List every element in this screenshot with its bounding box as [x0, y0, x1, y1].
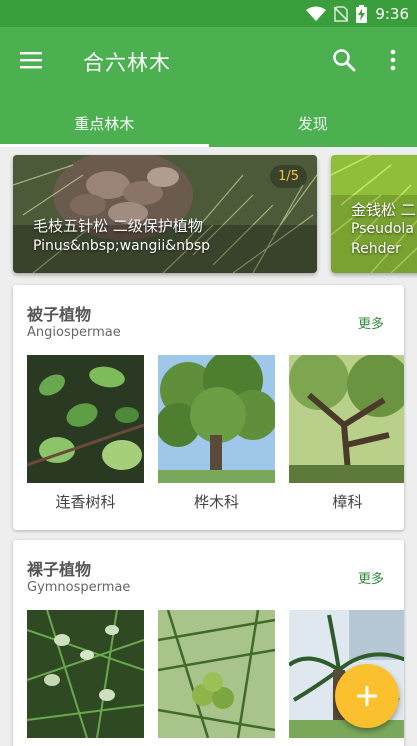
plus-icon — [357, 686, 377, 706]
menu-icon[interactable] — [18, 49, 44, 71]
family-photo — [27, 610, 144, 738]
banner-slide[interactable]: 金钱松 二 Pseudola Rehder — [331, 155, 417, 273]
family-photo — [158, 610, 275, 738]
sim-off-icon — [334, 5, 349, 22]
thumbnail-row: 连香树科 桦木科 樟科 — [27, 355, 404, 515]
section-card-angiospermae: 被子植物 Angiospermae 更多 连香树科 桦木科 樟科 — [13, 285, 404, 530]
status-bar: 9:36 — [0, 0, 417, 27]
tab-discover[interactable]: 发现 — [209, 105, 417, 147]
family-label: 连香树科 — [55, 493, 116, 511]
more-vert-icon[interactable] — [384, 47, 402, 73]
add-fab[interactable] — [335, 664, 399, 728]
banner-slide[interactable]: 1/5 毛枝五针松 二级保护植物 Pinus&nbsp;wangii&nbsp — [13, 155, 317, 273]
wifi-icon — [306, 6, 327, 22]
family-item[interactable]: 樟科 — [289, 355, 404, 512]
section-title: 被子植物 — [27, 305, 92, 324]
family-photo — [27, 355, 144, 483]
more-link[interactable]: 更多 — [358, 568, 384, 587]
search-icon[interactable] — [331, 47, 357, 73]
section-title: 裸子植物 — [27, 560, 92, 579]
family-item[interactable] — [158, 610, 275, 738]
slide-latin-name: Pseudola — [351, 221, 414, 237]
slide-latin-author: Rehder — [351, 241, 401, 257]
slide-title: 金钱松 二 — [351, 201, 416, 219]
family-photo — [158, 355, 275, 483]
family-label: 樟科 — [332, 493, 363, 511]
family-item[interactable]: 连香树科 — [27, 355, 144, 512]
more-link[interactable]: 更多 — [358, 313, 384, 332]
slide-latin-name: Pinus&nbsp;wangii&nbsp — [33, 238, 211, 254]
family-photo — [289, 355, 404, 483]
section-subtitle: Angiospermae — [27, 325, 121, 340]
tab-key-forest[interactable]: 重点林木 — [0, 105, 209, 147]
tab-bar: 重点林木 发现 — [0, 105, 417, 147]
section-subtitle: Gymnospermae — [27, 580, 131, 595]
family-label: 桦木科 — [193, 493, 239, 511]
main-content: 1/5 毛枝五针松 二级保护植物 Pinus&nbsp;wangii&nbsp … — [0, 147, 417, 746]
status-time: 9:36 — [375, 4, 409, 23]
banner-carousel[interactable]: 1/5 毛枝五针松 二级保护植物 Pinus&nbsp;wangii&nbsp … — [13, 155, 417, 273]
slide-counter: 1/5 — [270, 165, 307, 188]
app-title: 合六林木 — [83, 51, 171, 75]
family-item[interactable]: 桦木科 — [158, 355, 275, 512]
battery-charging-icon — [356, 4, 368, 23]
app-bar: 合六林木 重点林木 发现 — [0, 27, 417, 147]
slide-title: 毛枝五针松 二级保护植物 — [33, 217, 203, 235]
family-item[interactable] — [27, 610, 144, 738]
